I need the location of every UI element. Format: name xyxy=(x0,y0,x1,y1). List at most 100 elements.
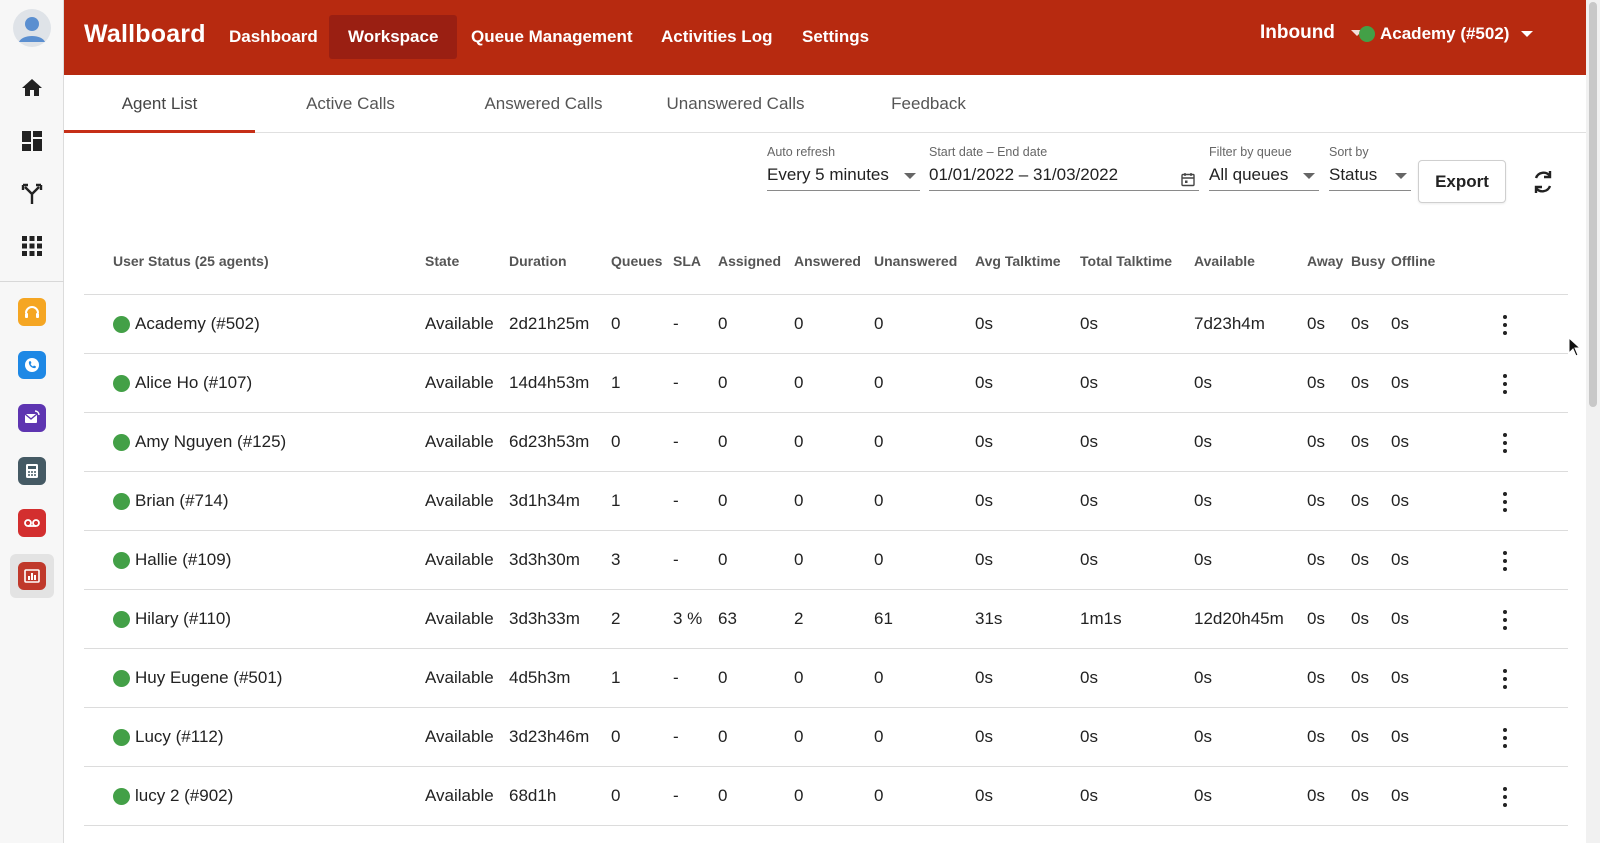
agent-table: User Status (25 agents) State Duration Q… xyxy=(84,237,1568,826)
col-sla[interactable]: SLA xyxy=(673,237,701,295)
sort-filter[interactable]: Sort by Status xyxy=(1329,143,1411,191)
queue-select[interactable]: All queues xyxy=(1209,161,1319,191)
col-queues[interactable]: Queues xyxy=(611,237,662,295)
desk-phone-app-icon[interactable] xyxy=(10,449,54,493)
more-vert-icon[interactable] xyxy=(1495,727,1515,749)
cell-assigned: 0 xyxy=(718,786,728,805)
status-dot xyxy=(113,551,130,569)
more-vert-icon[interactable] xyxy=(1495,314,1515,336)
cell-offline: 0s xyxy=(1391,550,1409,569)
cell-sla: - xyxy=(673,373,679,392)
nav-dashboard[interactable]: Dashboard xyxy=(210,15,337,59)
cell-assigned: 0 xyxy=(718,668,728,687)
avatar-icon[interactable] xyxy=(10,6,54,50)
table-row[interactable]: Huy Eugene (#501) Available 4d5h3m 1 - 0 0 0 0s 0… xyxy=(84,649,1568,708)
cell-avg-talktime: 0s xyxy=(975,373,993,392)
date-range-input[interactable]: 01/01/2022 – 31/03/2022 xyxy=(929,161,1199,191)
cell-available: 0s xyxy=(1194,432,1212,451)
table-row[interactable]: Alice Ho (#107) Available 14d4h53m 1 - 0 0 0 0s 0… xyxy=(84,354,1568,413)
merge-icon[interactable] xyxy=(10,172,54,216)
agent-name-label: Brian (#714) xyxy=(135,491,229,510)
cell-busy: 0s xyxy=(1351,314,1369,333)
cell-offline: 0s xyxy=(1391,668,1409,687)
more-vert-icon[interactable] xyxy=(1495,432,1515,454)
col-state[interactable]: State xyxy=(425,237,459,295)
tab-active-calls[interactable]: Active Calls xyxy=(255,75,446,133)
more-vert-icon[interactable] xyxy=(1495,668,1515,690)
auto-refresh-select[interactable]: Every 5 minutes xyxy=(767,161,920,191)
queue-filter[interactable]: Filter by queue All queues xyxy=(1209,143,1319,191)
col-available[interactable]: Available xyxy=(1194,237,1255,295)
table-row[interactable]: Hilary (#110) Available 3d3h33m 2 3 % 63 2 61 31… xyxy=(84,590,1568,649)
cell-unanswered: 0 xyxy=(874,786,884,805)
table-row[interactable]: Lucy (#112) Available 3d23h46m 0 - 0 0 0 0s 0s 0s 0… xyxy=(84,708,1568,767)
more-vert-icon[interactable] xyxy=(1495,550,1515,572)
cell-unanswered: 0 xyxy=(874,491,884,510)
date-range-filter[interactable]: Start date – End date 01/01/2022 – 31/03… xyxy=(929,143,1199,191)
col-busy[interactable]: Busy xyxy=(1351,237,1385,295)
col-user-status[interactable]: User Status (25 agents) xyxy=(113,237,269,295)
auto-refresh-filter[interactable]: Auto refresh Every 5 minutes xyxy=(767,143,920,191)
table-row[interactable]: Hallie (#109) Available 3d3h30m 3 - 0 0 0 0s 0s 0s… xyxy=(84,531,1568,590)
cell-agent-name: Brian (#714) xyxy=(113,472,229,530)
headset-app-icon[interactable] xyxy=(10,290,54,334)
phone-app-icon[interactable] xyxy=(10,343,54,387)
nav-settings[interactable]: Settings xyxy=(783,15,888,59)
col-away[interactable]: Away xyxy=(1307,237,1343,295)
cell-answered: 2 xyxy=(794,609,804,628)
col-total-talktime[interactable]: Total Talktime xyxy=(1080,237,1172,295)
table-row[interactable]: Amy Nguyen (#125) Available 6d23h53m 0 - 0 0 0 0… xyxy=(84,413,1568,472)
cell-total-talktime: 0s xyxy=(1080,668,1098,687)
cell-answered: 0 xyxy=(794,314,804,333)
voicemail-app-icon[interactable] xyxy=(10,501,54,545)
calendar-icon[interactable] xyxy=(1181,168,1195,196)
col-unanswered[interactable]: Unanswered xyxy=(874,237,957,295)
tab-feedback[interactable]: Feedback xyxy=(833,75,1024,133)
tab-agent-list[interactable]: Agent List xyxy=(64,75,255,133)
account-select[interactable]: Academy (#502) xyxy=(1359,24,1534,44)
table-row[interactable]: lucy 2 (#902) Available 68d1h 0 - 0 0 0 0s 0s 0s 0s… xyxy=(84,767,1568,826)
nav-workspace[interactable]: Workspace xyxy=(329,15,458,59)
scrollbar-thumb[interactable] xyxy=(1589,2,1597,407)
cell-available: 0s xyxy=(1194,373,1212,392)
nav-queue-management[interactable]: Queue Management xyxy=(452,15,652,59)
cell-total-talktime: 0s xyxy=(1080,373,1098,392)
cell-queues: 0 xyxy=(611,432,621,451)
agent-name-label: Hilary (#110) xyxy=(135,609,232,628)
table-row[interactable]: Academy (#502) Available 2d21h25m 0 - 0 0 0 0s 0s… xyxy=(84,295,1568,354)
email-app-icon[interactable] xyxy=(10,396,54,440)
wallboard-app-icon[interactable] xyxy=(10,554,54,598)
dashboard-icon[interactable] xyxy=(10,119,54,163)
nav-activities-log[interactable]: Activities Log xyxy=(642,15,791,59)
col-assigned[interactable]: Assigned xyxy=(718,237,781,295)
apps-grid-icon[interactable] xyxy=(10,224,54,268)
export-button[interactable]: Export xyxy=(1418,160,1506,203)
col-duration[interactable]: Duration xyxy=(509,237,567,295)
home-icon[interactable] xyxy=(10,66,54,110)
tab-unanswered-calls[interactable]: Unanswered Calls xyxy=(640,75,831,133)
cell-busy: 0s xyxy=(1351,550,1369,569)
cell-offline: 0s xyxy=(1391,432,1409,451)
tab-answered-calls[interactable]: Answered Calls xyxy=(448,75,639,133)
cell-agent-name: Lucy (#112) xyxy=(113,708,224,766)
col-offline[interactable]: Offline xyxy=(1391,237,1435,295)
col-answered[interactable]: Answered xyxy=(794,237,861,295)
cell-available: 7d23h4m xyxy=(1194,314,1265,333)
cell-duration: 6d23h53m xyxy=(509,432,590,451)
cell-queues: 1 xyxy=(611,668,621,687)
table-row[interactable]: Brian (#714) Available 3d1h34m 1 - 0 0 0 0s 0s 0s 0… xyxy=(84,472,1568,531)
more-vert-icon[interactable] xyxy=(1495,373,1515,395)
col-avg-talktime[interactable]: Avg Talktime xyxy=(975,237,1061,295)
sort-select[interactable]: Status xyxy=(1329,161,1411,191)
direction-select[interactable]: Inbound xyxy=(1260,22,1363,44)
auto-refresh-label: Auto refresh xyxy=(767,145,836,159)
more-vert-icon[interactable] xyxy=(1495,609,1515,631)
cell-queues: 0 xyxy=(611,786,621,805)
cell-away: 0s xyxy=(1307,373,1325,392)
brand-title: Wallboard xyxy=(84,20,206,48)
cell-state: Available xyxy=(425,786,494,805)
more-vert-icon[interactable] xyxy=(1495,491,1515,513)
refresh-icon[interactable] xyxy=(1528,167,1558,197)
more-vert-icon[interactable] xyxy=(1495,786,1515,808)
page-scrollbar[interactable] xyxy=(1586,0,1600,843)
